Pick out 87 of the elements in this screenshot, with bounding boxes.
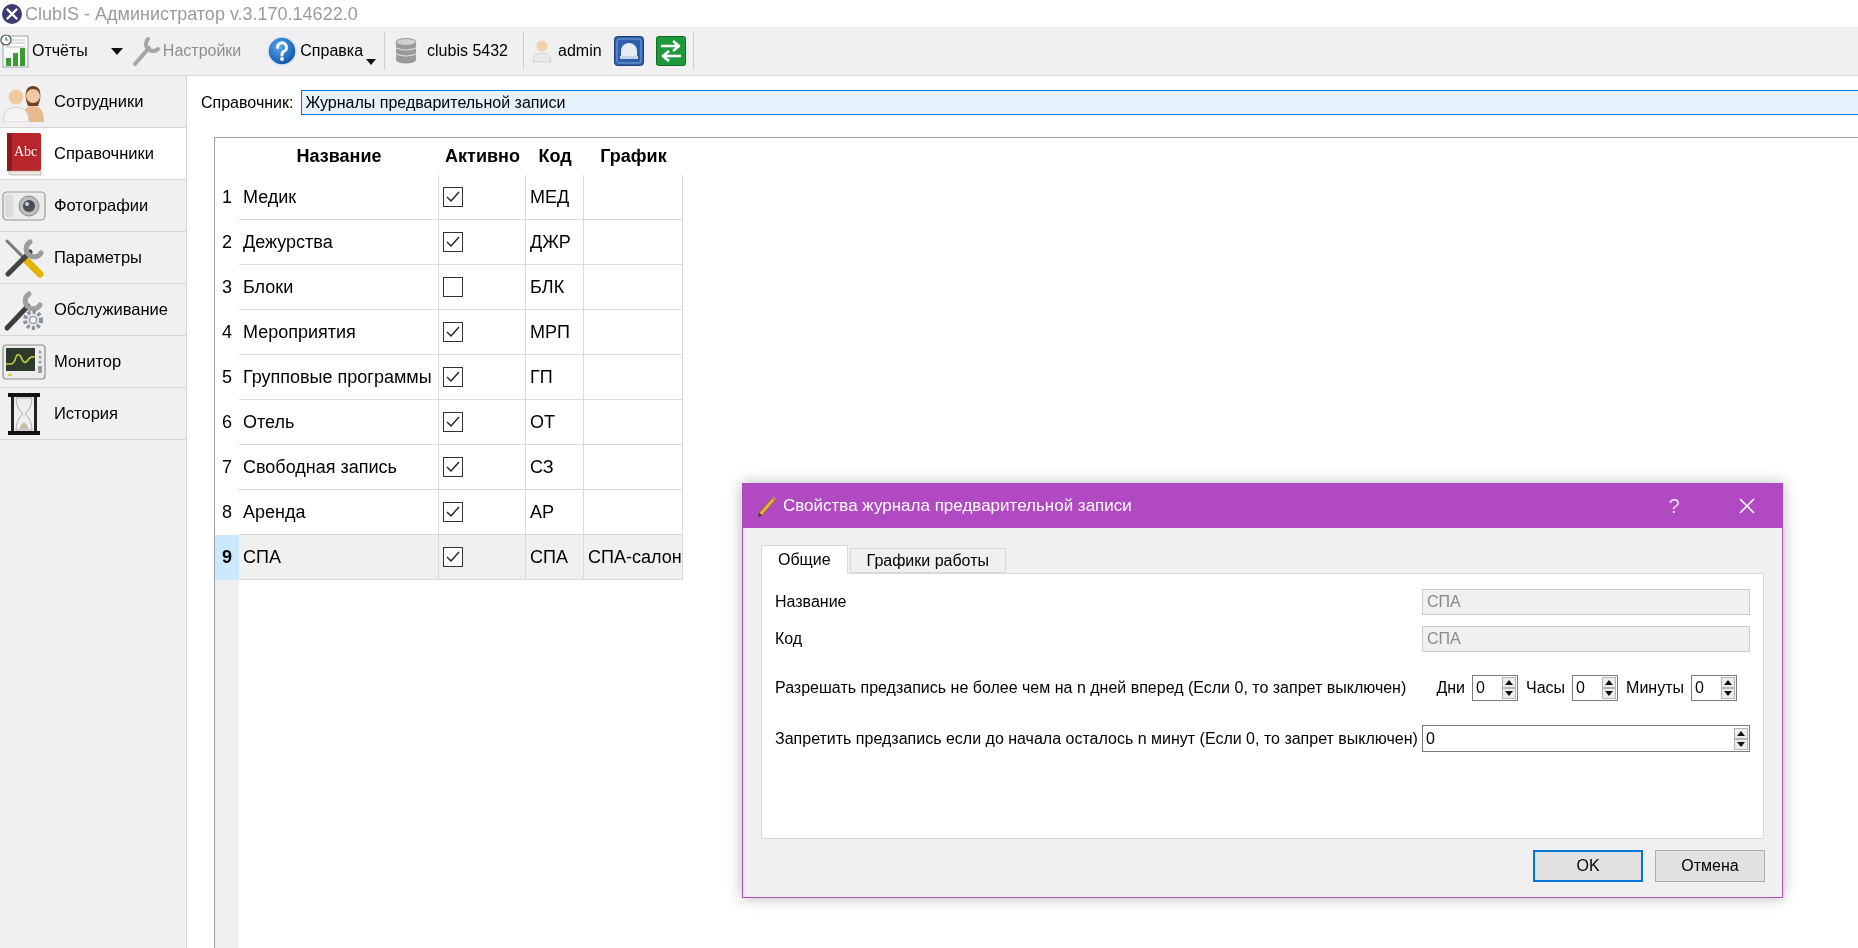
dialog-button[interactable]: Отмена (1655, 850, 1765, 882)
table-cell: ДЖР (526, 220, 584, 265)
spin-arrows-icon[interactable] (1602, 677, 1617, 699)
table-cell: МЕД (526, 175, 584, 220)
spin-arrows-icon[interactable] (1721, 677, 1735, 699)
unit-label: Часы (1526, 678, 1566, 698)
caret-down-icon (366, 59, 377, 65)
swap-arrows-icon (655, 36, 686, 66)
table-cell: СПА-салон (584, 535, 683, 580)
table-cell: СЗ (526, 445, 584, 490)
checkmark-icon (446, 326, 460, 338)
database-icon (394, 38, 419, 64)
column-header: Активно (444, 145, 521, 168)
column-header: Название (295, 145, 383, 168)
help-icon (267, 36, 298, 66)
checkmark-icon (446, 416, 460, 428)
table-cell: ОТ (526, 400, 584, 445)
field-label: Разрешать предзапись не более чем на n дней вперед (Если 0, то запрет выключен) (775, 678, 1407, 698)
close-icon (1739, 498, 1755, 514)
spin-arrows-icon[interactable] (1502, 677, 1516, 699)
dome-icon (613, 36, 644, 66)
table-cell: БЛК (526, 265, 584, 310)
row-number: 9 (215, 535, 239, 580)
checkbox[interactable] (443, 367, 463, 387)
tab[interactable]: Общие (761, 545, 848, 574)
tab[interactable]: Графики работы (849, 548, 1006, 573)
user-icon (532, 39, 552, 63)
field-label: Название (775, 592, 847, 612)
table-cell: МРП (526, 310, 584, 355)
field-label: Код (775, 629, 803, 649)
table-cell: Аренда (239, 490, 439, 535)
checkbox[interactable] (443, 457, 463, 477)
checkbox[interactable] (443, 547, 463, 567)
user-name: admin (558, 41, 602, 61)
spin-arrows-icon[interactable] (1734, 727, 1748, 750)
book-cover-text: Abc (14, 143, 38, 159)
reports-button[interactable]: Отчёты (0, 31, 88, 71)
hourglass-icon (7, 391, 41, 436)
checkmark-icon (446, 371, 460, 383)
camera-icon (2, 188, 46, 223)
checkbox[interactable] (443, 322, 463, 342)
spin-field[interactable]: 0 (1691, 675, 1737, 701)
spin-field[interactable]: 0 (1572, 675, 1619, 701)
field-label: Запретить предзапись если до начала осталось n минут (Если 0, то запрет выключен) (775, 728, 1418, 749)
book-icon (4, 131, 44, 176)
caret-down-icon (110, 47, 123, 55)
checkmark-icon (446, 191, 460, 203)
sidebar-item[interactable]: Abc Справочники (0, 128, 186, 180)
spin-field[interactable]: 0 (1422, 725, 1750, 752)
unit-label: Дни (1436, 678, 1465, 698)
dialog-button[interactable]: OK (1533, 850, 1643, 882)
spin-field[interactable]: 0 (1472, 675, 1518, 701)
column-header: Код (537, 145, 573, 168)
wrench-icon (130, 35, 161, 67)
table-cell: Медик (239, 175, 439, 220)
window-title: ClubIS - Администратор v.3.170.14622.0 (25, 2, 358, 25)
table-cell: Дежурства (239, 220, 439, 265)
directory-field[interactable]: Журналы предварительной записи (301, 90, 1858, 115)
unit-label: Минуты (1626, 678, 1684, 698)
table-cell: Блоки (239, 265, 439, 310)
table-cell: СПА (526, 535, 584, 580)
checkbox[interactable] (443, 277, 463, 297)
pencil-icon (755, 495, 777, 517)
table-cell: Мероприятия (239, 310, 439, 355)
checkmark-icon (446, 551, 460, 563)
directory-label: Справочник: (201, 92, 294, 113)
checkmark-icon (446, 236, 460, 248)
help-button[interactable]: Справка (267, 31, 377, 71)
monitor-icon (2, 343, 46, 380)
column-header: График (599, 145, 668, 168)
table-cell: ГП (526, 355, 584, 400)
help-button[interactable]: ? (1654, 484, 1694, 528)
toolbar-button[interactable] (613, 36, 644, 66)
checkbox[interactable] (443, 232, 463, 252)
checkbox[interactable] (443, 502, 463, 522)
checkmark-icon (446, 506, 460, 518)
checkbox[interactable] (443, 412, 463, 432)
checkbox[interactable] (443, 187, 463, 207)
table-cell: Групповые программы (239, 355, 439, 400)
database-label: clubis 5432 (427, 41, 508, 61)
checkmark-icon (446, 461, 460, 473)
table-cell: Отель (239, 400, 439, 445)
dialog-title: Свойства журнала предварительной записи (783, 495, 1132, 518)
table-cell: Свободная запись (239, 445, 439, 490)
toolbar-button[interactable] (655, 36, 686, 66)
table-cell: СПА (239, 535, 439, 580)
table-cell: АР (526, 490, 584, 535)
